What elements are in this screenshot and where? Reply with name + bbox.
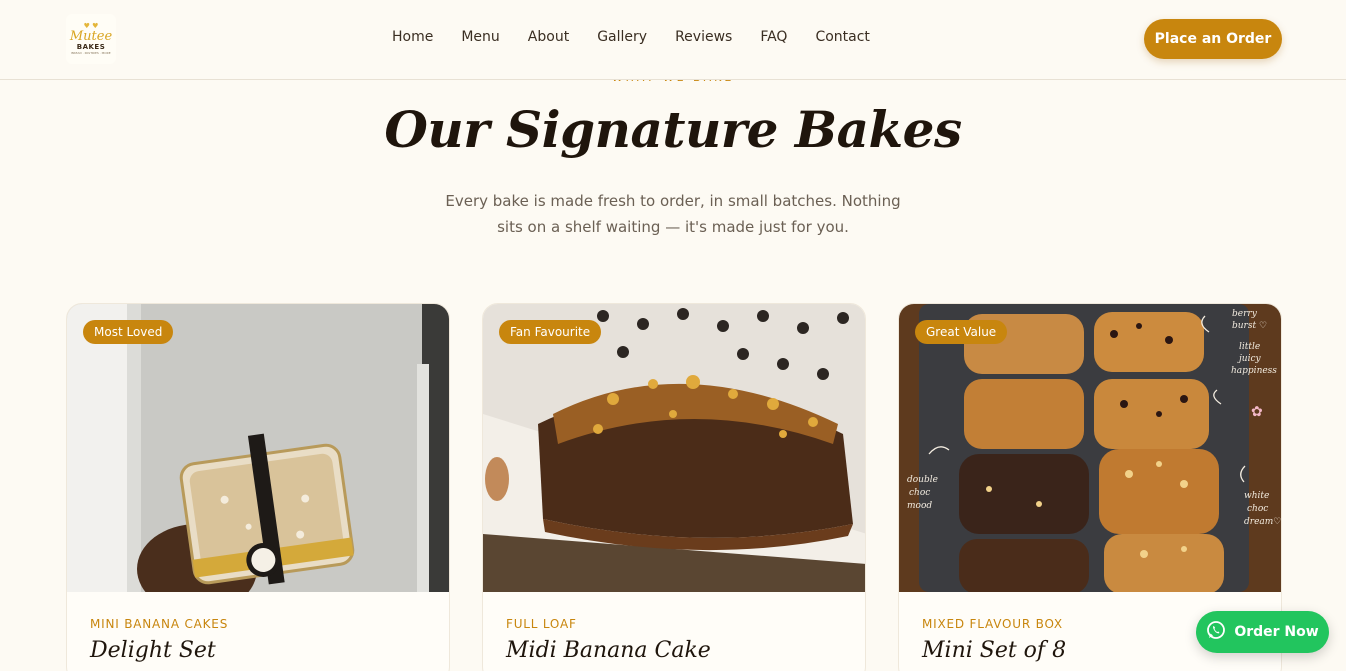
product-card-midi-banana-cake[interactable]: Fan Favourite FULL LOAF Midi Banana Cake xyxy=(482,303,866,671)
svg-text:dream♡: dream♡ xyxy=(1244,517,1281,527)
svg-text:choc: choc xyxy=(1247,504,1268,514)
site-header: ♥ ♥ Mutee BAKES BREAD · PASTRIES · MORE … xyxy=(0,0,1346,80)
whatsapp-label: Order Now xyxy=(1234,624,1319,640)
svg-text:burst ♡: burst ♡ xyxy=(1232,321,1267,331)
logo-tagline: BREAD · PASTRIES · MORE xyxy=(71,51,111,55)
brand-logo[interactable]: ♥ ♥ Mutee BAKES BREAD · PASTRIES · MORE xyxy=(66,14,116,64)
card-title: Midi Banana Cake xyxy=(506,638,711,663)
whatsapp-order-button[interactable]: Order Now xyxy=(1196,611,1329,653)
main-nav: Home Menu About Gallery Reviews FAQ Cont… xyxy=(392,29,898,45)
card-category: MINI BANANA CAKES xyxy=(90,617,229,631)
product-card-delight-set[interactable]: Most Loved MINI BANANA CAKES Delight Set xyxy=(66,303,450,671)
svg-text:choc: choc xyxy=(909,488,930,498)
nav-menu[interactable]: Menu xyxy=(461,29,499,45)
place-order-button[interactable]: Place an Order xyxy=(1144,19,1282,59)
svg-text:little: little xyxy=(1239,342,1260,352)
section-subtitle: Every bake is made fresh to order, in sm… xyxy=(445,192,901,236)
svg-text:double: double xyxy=(907,475,938,485)
section-title: Our Signature Bakes xyxy=(384,100,962,159)
svg-text:juicy: juicy xyxy=(1237,354,1262,364)
logo-word: BAKES xyxy=(76,43,106,51)
logo-script: Mutee xyxy=(69,29,113,44)
card-badge: Most Loved xyxy=(83,320,174,344)
svg-text:mood: mood xyxy=(907,501,932,511)
card-title: Mini Set of 8 xyxy=(922,638,1067,663)
card-badge: Fan Favourite xyxy=(499,320,602,344)
nav-contact[interactable]: Contact xyxy=(815,29,869,45)
nav-reviews[interactable]: Reviews xyxy=(675,29,732,45)
card-category: MIXED FLAVOUR BOX xyxy=(922,617,1063,631)
svg-text:happiness: happiness xyxy=(1231,366,1277,376)
note-berry-burst: berry xyxy=(1232,309,1258,319)
svg-text:white: white xyxy=(1244,491,1269,501)
card-category: FULL LOAF xyxy=(506,617,577,631)
nav-about[interactable]: About xyxy=(528,29,569,45)
flower-doodle-icon: ✿ xyxy=(1251,404,1263,420)
card-badge: Great Value xyxy=(915,320,1008,344)
nav-faq[interactable]: FAQ xyxy=(760,29,787,45)
product-photo-delight-set: Most Loved xyxy=(67,304,449,592)
product-photo-mini-set-of-8: berry burst ♡ little juicy happiness dou… xyxy=(899,304,1281,592)
card-title: Delight Set xyxy=(90,638,216,663)
product-photo-midi-banana-cake: Fan Favourite xyxy=(483,304,865,592)
nav-home[interactable]: Home xyxy=(392,29,433,45)
whatsapp-icon xyxy=(1206,620,1226,644)
nav-gallery[interactable]: Gallery xyxy=(597,29,647,45)
